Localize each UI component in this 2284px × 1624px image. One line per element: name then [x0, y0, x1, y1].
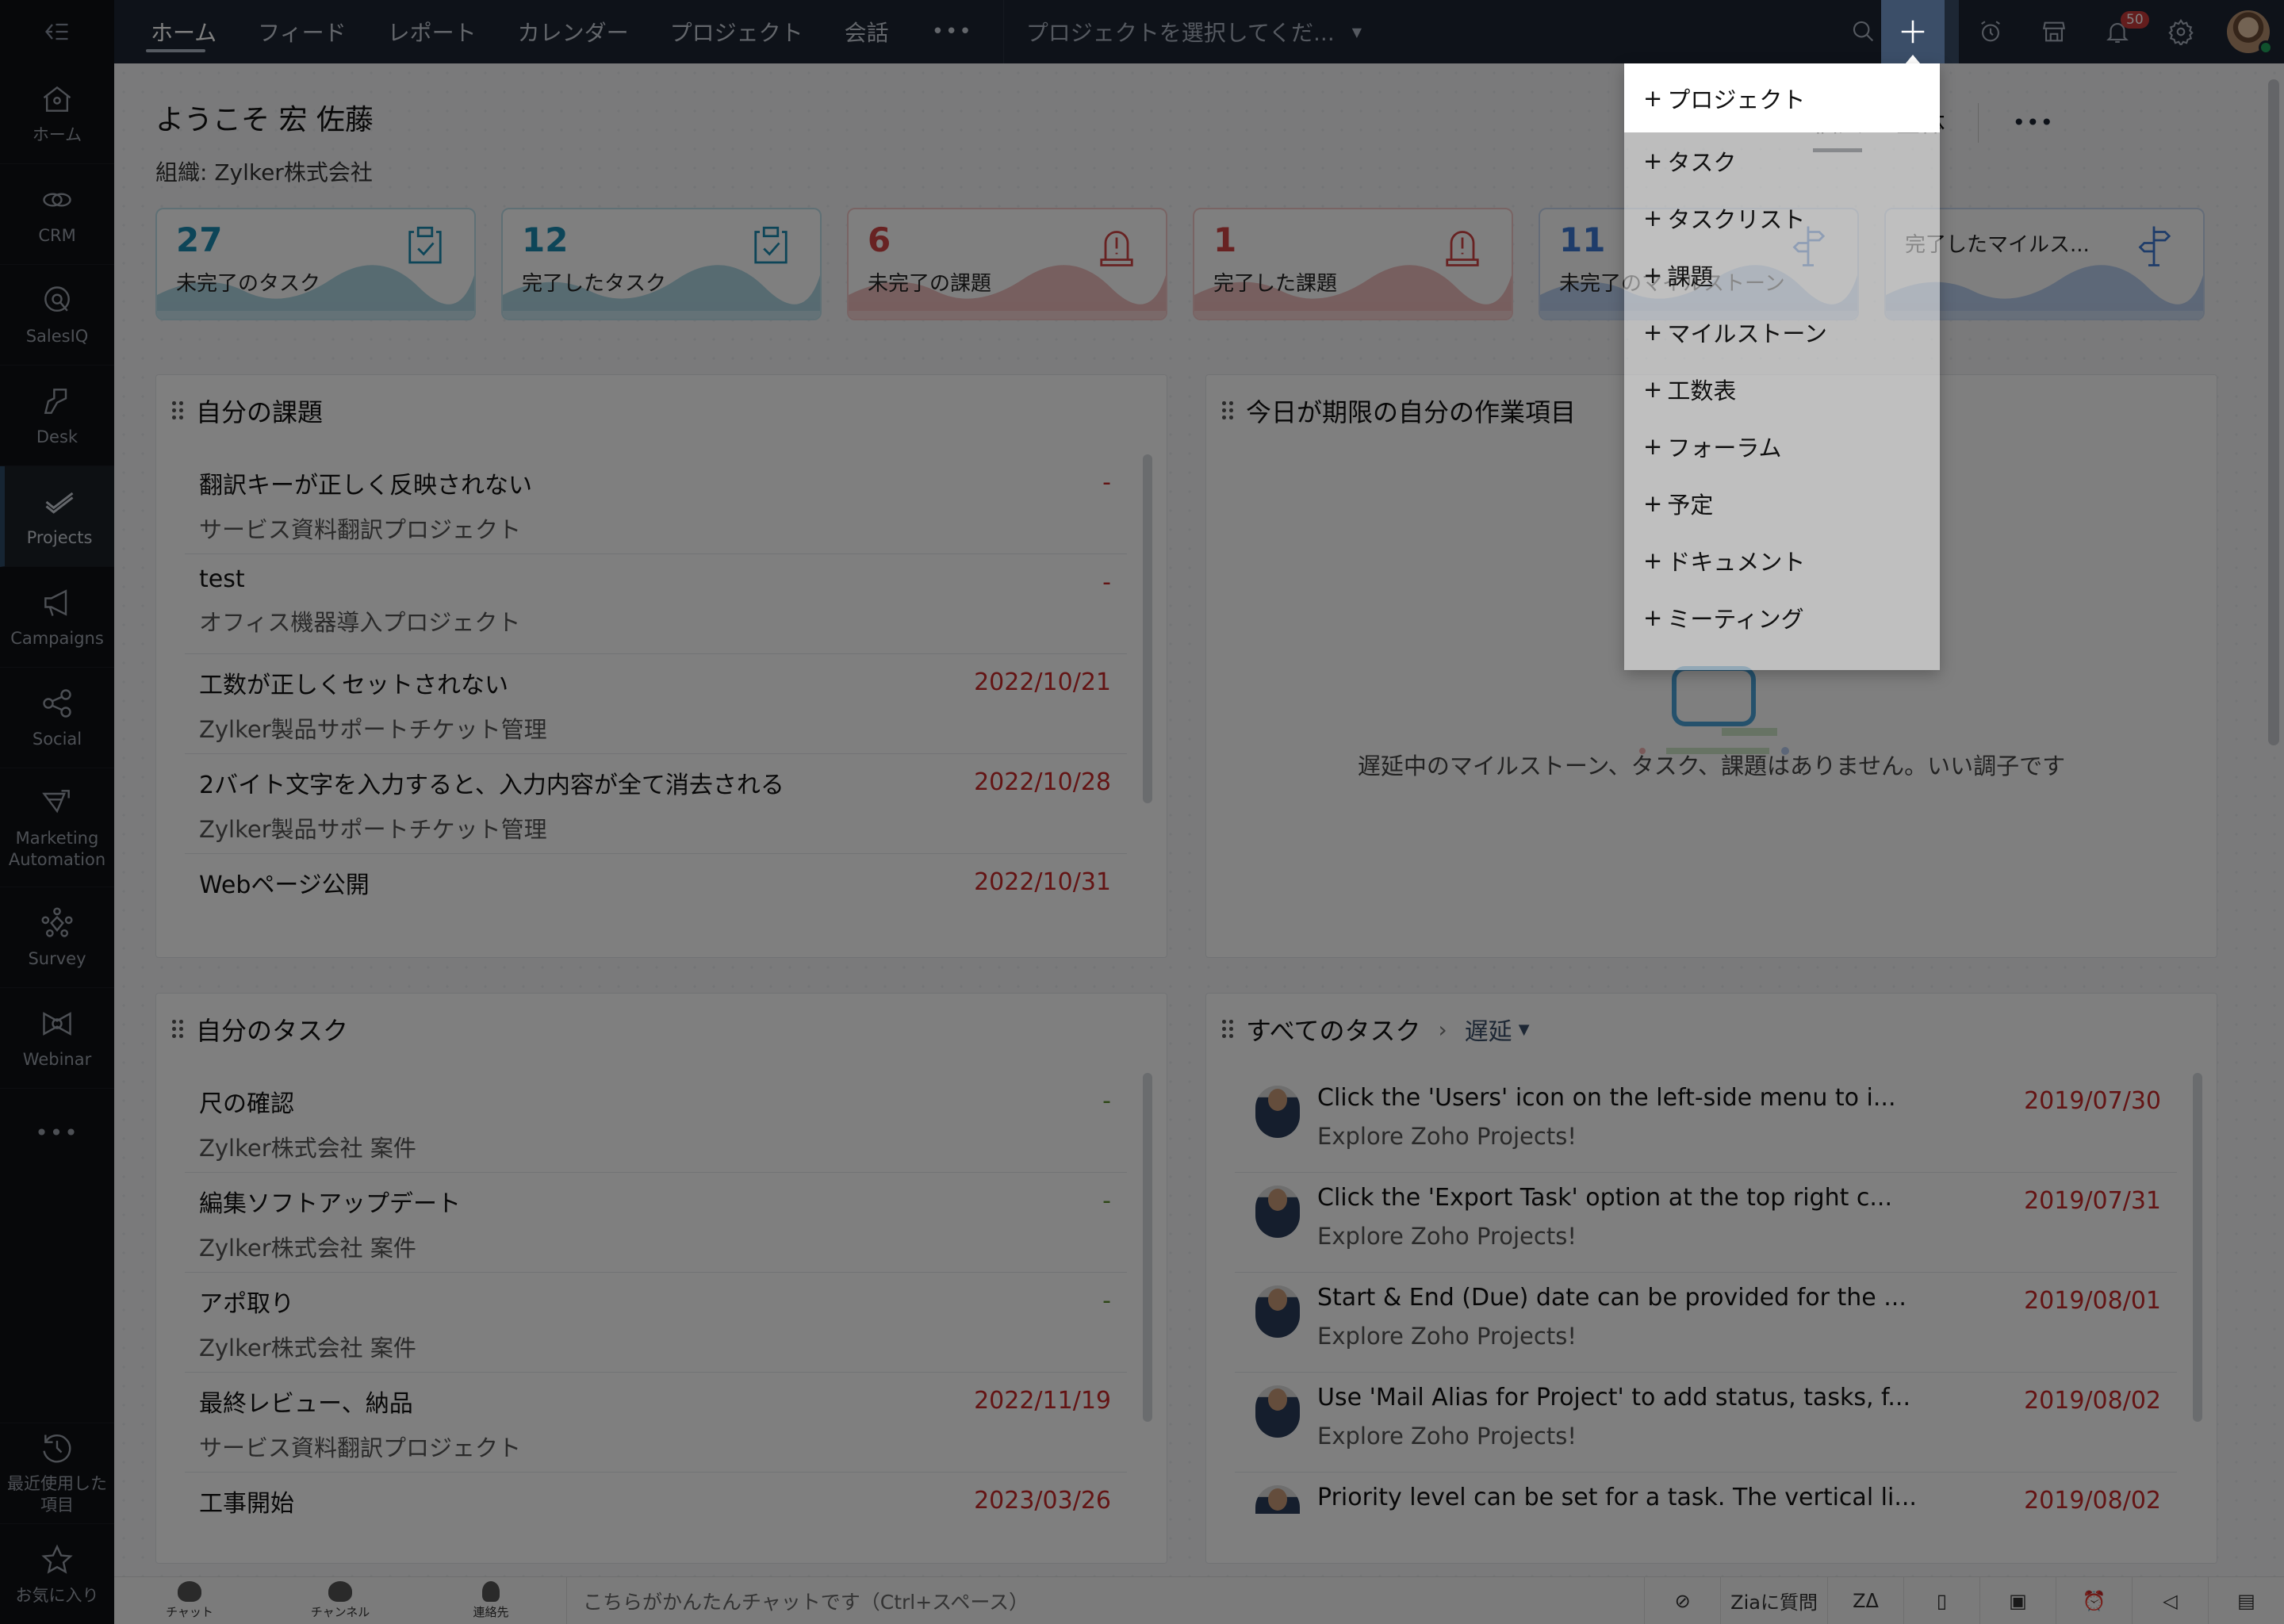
plus-sign: + [1643, 376, 1662, 403]
create-menu-item[interactable]: +ミーティング [1624, 589, 1940, 646]
create-menu-item[interactable]: +フォーラム [1624, 418, 1940, 475]
menu-padding [1624, 646, 1940, 670]
modal-overlay[interactable] [0, 0, 2284, 1624]
create-new-button-active[interactable] [1881, 0, 1945, 63]
plus-sign: + [1643, 205, 1662, 232]
plus-sign: + [1643, 547, 1662, 574]
create-menu-item-label: 予定 [1667, 487, 1713, 520]
create-menu-item-label: プロジェクト [1667, 82, 1805, 115]
plus-sign: + [1643, 85, 1662, 112]
plus-sign: + [1643, 433, 1662, 460]
plus-icon [1898, 17, 1928, 47]
create-menu-item-label: フォーラム [1667, 430, 1781, 463]
plus-sign: + [1643, 490, 1662, 517]
create-menu-item[interactable]: +プロジェクト [1624, 63, 1940, 132]
create-menu-item[interactable]: +予定 [1624, 475, 1940, 532]
create-menu-item[interactable]: +タスクリスト [1624, 190, 1940, 247]
create-menu-item-label: ドキュメント [1667, 544, 1805, 577]
plus-sign: + [1643, 319, 1662, 346]
create-menu-item[interactable]: +タスク [1624, 132, 1940, 190]
create-menu-item[interactable]: +課題 [1624, 247, 1940, 304]
create-menu: +プロジェクト+タスク+タスクリスト+課題+マイルストーン+工数表+フォーラム+… [1624, 63, 1940, 670]
create-menu-item[interactable]: +工数表 [1624, 361, 1940, 418]
create-menu-item-label: ミーティング [1667, 601, 1803, 634]
create-menu-item[interactable]: +マイルストーン [1624, 304, 1940, 361]
plus-sign: + [1643, 262, 1662, 289]
create-menu-item-label: 工数表 [1667, 373, 1736, 406]
create-menu-item-label: タスク [1667, 144, 1736, 178]
create-menu-item-label: マイルストーン [1667, 316, 1827, 349]
plus-sign: + [1643, 604, 1662, 631]
plus-sign: + [1643, 147, 1662, 174]
create-menu-item-label: 課題 [1667, 259, 1713, 292]
create-menu-item-label: タスクリスト [1667, 201, 1805, 235]
create-menu-item[interactable]: +ドキュメント [1624, 532, 1940, 589]
